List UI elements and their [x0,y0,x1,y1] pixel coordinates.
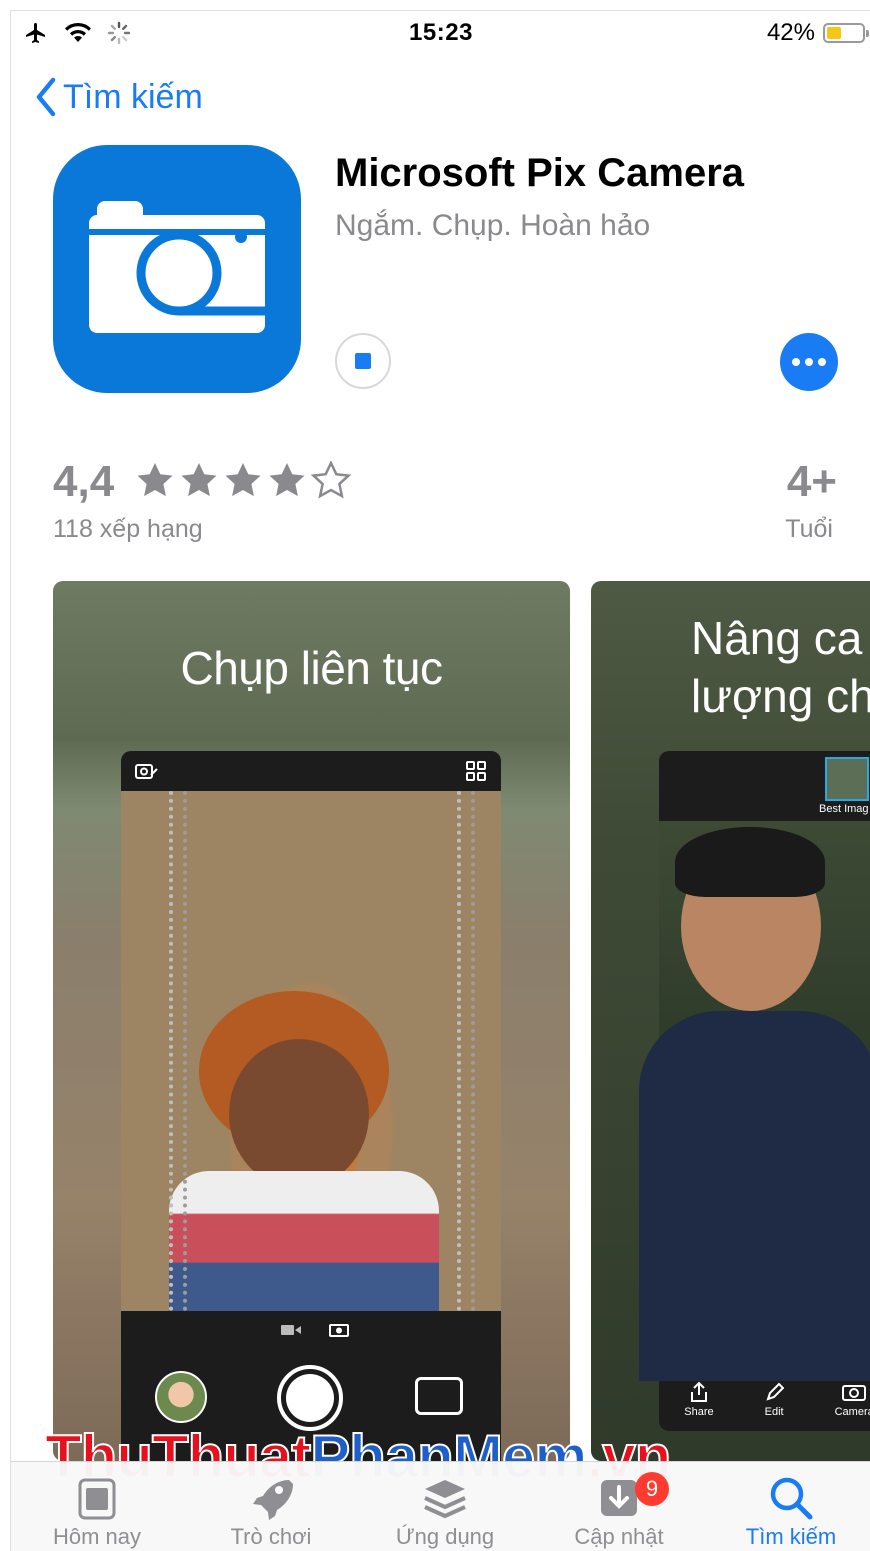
photo-child-face [229,1039,369,1189]
chevron-left-icon [36,77,56,117]
share-icon [690,1381,707,1402]
more-dot [792,358,800,366]
battery-percent: 42% [766,19,815,46]
camera-tool: Camera [835,1381,870,1431]
flip-camera-icon[interactable] [415,1377,463,1415]
edit-tool: Edit [764,1381,785,1431]
screenshot-1-caption: Chụp liên tục [180,642,444,694]
camera-settings-icon [135,764,158,779]
share-tool: Share [684,1381,714,1431]
star-icon [137,463,173,497]
last-photo-thumbnail[interactable] [155,1371,207,1423]
camera-modes [281,1323,349,1337]
camera-topbar [121,751,501,791]
download-progress-stop-button[interactable] [335,333,391,389]
tab-updates-label: Cập nhật [574,1524,664,1549]
status-bar: 15:23 42% [11,11,870,55]
app-title: Microsoft Pix Camera [335,151,745,195]
tab-updates[interactable]: 9 Cập nhật [539,1472,699,1550]
status-time: 15:23 [409,19,473,46]
star-icon [269,463,305,497]
star-icon [225,463,261,497]
app-subtitle: Ngắm. Chụp. Hoàn hảo [335,209,651,242]
photo-mode-icon [329,1324,349,1337]
photo-toolbar: Share Edit Camera [659,1381,870,1431]
photo-child-shirt [169,1171,439,1311]
screenshot-2[interactable]: Nâng ca lượng ch Best Imag Share Edit Ca… [591,581,870,1461]
swing-chain-left [169,791,187,1351]
star-icon [181,463,217,497]
age-label: Tuổi [785,515,833,543]
app-icon [53,145,301,393]
rating-count: 118 xếp hạng [53,515,203,543]
photo-man-hoodie [639,1011,870,1381]
more-options-button[interactable] [780,333,838,391]
video-icon [281,1325,301,1335]
stop-icon [355,353,371,369]
swing-chain-right [457,791,475,1351]
updates-badge: 9 [635,1472,669,1506]
screenshot-2-phone: Best Imag Share Edit Camera [639,751,870,1431]
tab-search[interactable]: Tìm kiếm [711,1472,870,1550]
camera-icon [89,201,265,333]
rating-value: 4,4 [53,457,115,506]
back-button[interactable]: Tìm kiếm [35,77,203,117]
screenshot-1-phone [121,751,501,1461]
today-icon [78,1478,116,1520]
share-label: Share [684,1406,714,1418]
camera-small-icon [842,1385,867,1401]
screenshot-2-caption: Nâng ca lượng ch [691,612,870,722]
camera-viewfinder [121,791,501,1351]
screenshot-1[interactable]: Chụp liên tục [53,581,570,1461]
tab-apps[interactable]: Ứng dụng [365,1472,525,1550]
more-dot [818,358,826,366]
tab-search-label: Tìm kiếm [745,1524,837,1549]
photo-man-hair [675,827,825,897]
camera-label: Camera [834,1406,870,1418]
rocket-icon [253,1480,293,1520]
best-image-label: Best Imag [819,803,869,815]
edit-label: Edit [764,1406,784,1418]
status-right: 42% [766,19,869,47]
app-store-screen: 15:23 42% Tìm kiếm Microsoft Pix Camera … [10,10,870,1551]
more-dot [805,358,813,366]
grid-icon [466,761,486,781]
photo-man [639,821,870,1381]
tab-games[interactable]: Trò chơi [191,1472,351,1550]
tab-today[interactable]: Hôm nay [17,1472,177,1550]
tab-bar: Hôm nay Trò chơi Ứng dụng 9 Cập nhật Tìm… [11,1461,870,1551]
tab-today-label: Hôm nay [52,1524,142,1549]
battery-icon [823,23,869,43]
age-rating: 4+ [786,457,837,506]
star-icon [311,461,351,499]
tab-apps-label: Ứng dụng [395,1524,495,1549]
star-rating [135,461,351,501]
layers-icon [424,1480,466,1519]
tab-games-label: Trò chơi [230,1524,312,1549]
shutter-button[interactable] [277,1365,343,1431]
download-icon [601,1480,637,1516]
pencil-icon [766,1382,785,1401]
back-label: Tìm kiếm [63,77,203,116]
search-icon [770,1477,813,1520]
best-image-thumbnail [825,757,869,801]
